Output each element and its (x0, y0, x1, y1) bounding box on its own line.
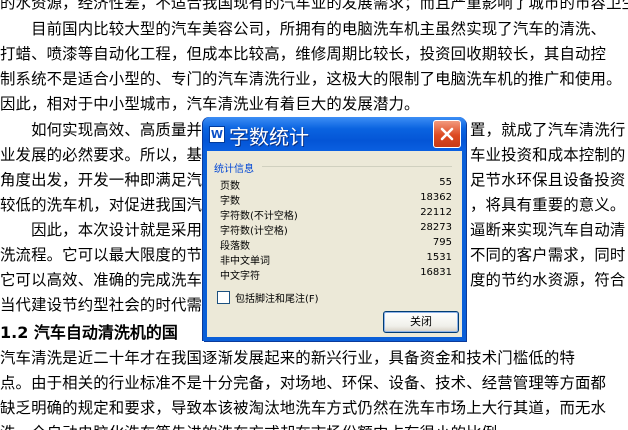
body-line: 因此，相对于中小型城市，汽车清洗业有着巨大的发展潜力。 (0, 95, 420, 113)
stat-value: 22112 (420, 207, 452, 218)
body-line: 较低的洗车机，对促进我国汽 (0, 196, 203, 214)
body-line: 洗流程。它可以最大限度的节 (0, 246, 203, 264)
stat-label: 字符数(计空格) (220, 226, 288, 237)
body-line: 业发展的必然要求。所以，基 (0, 146, 203, 164)
dialog-title: 字数统计 (229, 125, 309, 149)
stat-row-paragraphs: 段落数 795 (220, 237, 452, 252)
stat-value: 795 (432, 237, 452, 248)
stat-row-pages: 页数 55 (220, 177, 452, 192)
body-line: 制系统不是适合小型的、专门的汽车清洗行业，这极大的限制了电脑洗车机的推广和使用。 (0, 70, 622, 88)
body-line-fragment: ，将具有重要的意义。 (470, 196, 626, 214)
body-line: 目前国内比较大型的汽车美容公司，所拥有的电脑洗车机主虽然实现了汽车的清洗、 (0, 20, 607, 38)
dialog-body: 统计信息 页数 55 字数 18362 字符数(不计空格) 22112 字符数(… (207, 151, 462, 337)
group-divider (262, 166, 452, 167)
stat-label: 非中文单词 (220, 256, 270, 267)
include-footnotes-checkbox[interactable] (217, 291, 230, 304)
body-line-fragment: 足节水环保且设备投资 (470, 171, 626, 189)
stat-label: 段落数 (220, 241, 250, 252)
body-line: 洗、全自动电脑化洗车等先进的洗车方式却在市场份额中占有很小的比例。 (0, 421, 513, 430)
body-line: 缺乏明确的规定和要求，导致本该被淘汰地洗车方式仍然在洗车市场上大行其道，而无水 (0, 399, 607, 417)
stat-label: 页数 (220, 181, 240, 192)
word-app-icon: W (209, 126, 225, 143)
section-heading: 1.2 汽车自动清洗机的国 (0, 323, 178, 342)
body-line-fragment: 车业投资和成本控制的 (470, 146, 626, 164)
word-count-dialog: W 字数统计 统计信息 页数 55 字数 18362 字符数(不计空格) 221… (203, 117, 466, 341)
body-line-fragment: 置，就成了汽车清洗行 (470, 121, 626, 139)
body-line: 打蜡、喷漆等自动化工程，但成本比较高，维修周期比较长，投资回收期较长，其自动控 (0, 45, 607, 63)
stat-value: 1531 (426, 252, 452, 263)
body-line: 它可以高效、准确的完成洗车 (0, 271, 203, 289)
stat-label: 字符数(不计空格) (220, 211, 298, 222)
body-line: 当代建设节约型社会的时代需 (0, 296, 203, 314)
include-footnotes-label[interactable]: 包括脚注和尾注(F) (235, 290, 319, 305)
stat-value: 28273 (420, 222, 452, 233)
stat-label: 字数 (220, 196, 240, 207)
stat-row-words: 字数 18362 (220, 192, 452, 207)
stat-value: 18362 (420, 192, 452, 203)
dialog-titlebar[interactable]: W 字数统计 (203, 117, 466, 151)
close-button[interactable]: 关闭 (383, 311, 459, 333)
body-line: 如何实现高效、高质量并 (0, 121, 203, 139)
statistics-group: 统计信息 页数 55 字数 18362 字符数(不计空格) 22112 字符数(… (212, 157, 456, 285)
stat-row-non-chinese-words: 非中文单词 1531 (220, 252, 452, 267)
stat-row-chinese-chars: 中文字符 16831 (220, 267, 452, 282)
body-line-fragment: 度的节约水资源，符合 (470, 271, 626, 289)
body-line-fragment: 不同的客户需求，同时 (470, 246, 626, 264)
include-footnotes-option[interactable]: 包括脚注和尾注(F) (217, 289, 397, 305)
stat-row-chars-no-spaces: 字符数(不计空格) 22112 (220, 207, 452, 222)
stat-row-chars-with-spaces: 字符数(计空格) 28273 (220, 222, 452, 237)
body-line: 因此，本次设计就是采用 (0, 221, 203, 239)
body-line: 点。由于相关的行业标准不是十分完备，对场地、环保、设备、技术、经营管理等方面都 (0, 374, 607, 392)
body-line: 的水资源，经济性差，不适合我国现有的汽车业的发展需求；而且严重影响了城市的市容卫… (0, 0, 628, 12)
stat-value: 55 (439, 177, 452, 188)
statistics-group-label: 统计信息 (214, 164, 254, 175)
body-line: 角度出发，开发一种即满足汽 (0, 171, 203, 189)
body-line-fragment: 逼断来实现汽车自动清 (470, 221, 626, 239)
stat-label: 中文字符 (220, 271, 260, 282)
body-line: 汽车清洗是近二十年才在我国逐渐发展起来的新兴行业，具备资金和技术门槛低的特 (0, 349, 576, 367)
close-icon[interactable] (433, 120, 461, 148)
stat-value: 16831 (420, 267, 452, 278)
